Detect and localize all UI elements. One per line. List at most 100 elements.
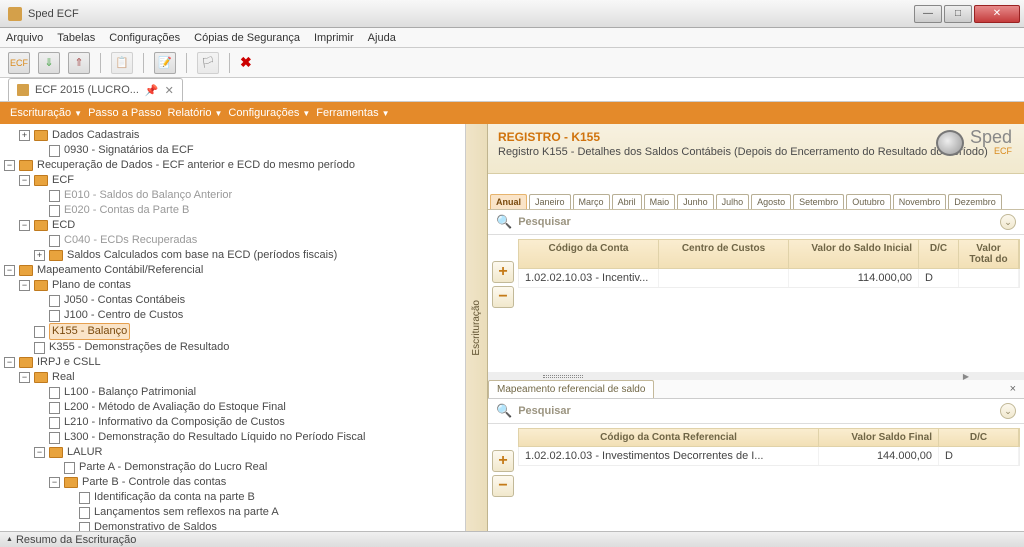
vertical-tab-escrituracao[interactable]: Escrituração bbox=[466, 124, 488, 531]
chevron-down-icon[interactable]: ⌄ bbox=[1000, 403, 1016, 419]
action-relatorio[interactable]: Relatório▼ bbox=[167, 107, 222, 119]
menu-copias[interactable]: Cópias de Segurança bbox=[194, 32, 300, 44]
col-conta-referencial[interactable]: Código da Conta Referencial bbox=[519, 429, 819, 446]
pin-icon[interactable]: 📌 bbox=[145, 84, 159, 97]
tab-outubro[interactable]: Outubro bbox=[846, 194, 891, 209]
tool-note-icon[interactable]: 📝 bbox=[154, 52, 176, 74]
tree-item[interactable]: L300 - Demonstração do Resultado Líquido… bbox=[64, 430, 365, 445]
table-row[interactable]: 1.02.02.10.03 - Investimentos Decorrente… bbox=[518, 447, 1020, 466]
add-row-button[interactable]: + bbox=[492, 450, 514, 472]
remove-row-button[interactable]: − bbox=[492, 475, 514, 497]
tab-close-icon[interactable]: ✕ bbox=[165, 84, 174, 97]
table-row[interactable]: 1.02.02.10.03 - Incentiv... 114.000,00 D bbox=[518, 269, 1020, 288]
tree-item[interactable]: Parte A - Demonstração do Lucro Real bbox=[79, 460, 267, 475]
menu-arquivo[interactable]: Arquivo bbox=[6, 32, 43, 44]
collapse-icon[interactable]: − bbox=[19, 372, 30, 383]
menu-ajuda[interactable]: Ajuda bbox=[368, 32, 396, 44]
tree-item[interactable]: L200 - Método de Avaliação do Estoque Fi… bbox=[64, 400, 286, 415]
tree-item[interactable]: Dados Cadastrais bbox=[52, 128, 139, 143]
triangle-up-icon[interactable]: ▲ bbox=[6, 536, 13, 543]
tab-maio[interactable]: Maio bbox=[644, 194, 676, 209]
action-escrituracao[interactable]: Escrituração▼ bbox=[10, 107, 82, 119]
expand-icon[interactable]: + bbox=[19, 130, 30, 141]
collapse-icon[interactable]: − bbox=[19, 220, 30, 231]
search-label[interactable]: Pesquisar bbox=[518, 216, 1000, 228]
tree-item[interactable]: Plano de contas bbox=[52, 278, 131, 293]
tree-item[interactable]: Identificação da conta na parte B bbox=[94, 490, 255, 505]
tab-dezembro[interactable]: Dezembro bbox=[948, 194, 1002, 209]
tool-new-icon[interactable]: ECF bbox=[8, 52, 30, 74]
col-codigo-conta[interactable]: Código da Conta bbox=[519, 240, 659, 268]
tree-item[interactable]: E010 - Saldos do Balanço Anterior bbox=[64, 188, 232, 203]
tool-delete-icon[interactable]: ✖ bbox=[240, 54, 252, 71]
menu-tabelas[interactable]: Tabelas bbox=[57, 32, 95, 44]
col-dc[interactable]: D/C bbox=[919, 240, 959, 268]
maximize-button[interactable]: □ bbox=[944, 5, 972, 23]
add-row-button[interactable]: + bbox=[492, 261, 514, 283]
tree-item[interactable]: Saldos Calculados com base na ECD (perío… bbox=[67, 248, 337, 263]
action-config[interactable]: Configurações▼ bbox=[228, 107, 310, 119]
collapse-icon[interactable]: − bbox=[4, 265, 15, 276]
tool-flag-icon[interactable]: 🏳 bbox=[197, 52, 219, 74]
tree-item[interactable]: LALUR bbox=[67, 445, 102, 460]
tree-item[interactable]: J050 - Contas Contábeis bbox=[64, 293, 185, 308]
tree-item[interactable]: Lançamentos sem reflexos na parte A bbox=[94, 505, 279, 520]
search-label[interactable]: Pesquisar bbox=[518, 405, 1000, 417]
tool-open-icon[interactable]: ⇓ bbox=[38, 52, 60, 74]
chevron-down-icon[interactable]: ⌄ bbox=[1000, 214, 1016, 230]
document-tab[interactable]: ECF 2015 (LUCRO... 📌 ✕ bbox=[8, 78, 183, 101]
col-dc-ref[interactable]: D/C bbox=[939, 429, 1019, 446]
collapse-icon[interactable]: − bbox=[4, 357, 15, 368]
status-text[interactable]: Resumo da Escrituração bbox=[16, 534, 136, 546]
collapse-icon[interactable]: − bbox=[19, 175, 30, 186]
tab-abril[interactable]: Abril bbox=[612, 194, 642, 209]
tree-item[interactable]: L210 - Informativo da Composição de Cust… bbox=[64, 415, 285, 430]
tab-setembro[interactable]: Setembro bbox=[793, 194, 844, 209]
tool-export-icon[interactable]: ⇑ bbox=[68, 52, 90, 74]
tree-item[interactable]: 0930 - Signatários da ECF bbox=[64, 143, 194, 158]
tree-item[interactable]: Mapeamento Contábil/Referencial bbox=[37, 263, 203, 278]
tree-item[interactable]: K355 - Demonstrações de Resultado bbox=[49, 340, 229, 355]
menu-configuracoes[interactable]: Configurações bbox=[109, 32, 180, 44]
action-ferramentas[interactable]: Ferramentas▼ bbox=[316, 107, 389, 119]
tree-item[interactable]: Demonstrativo de Saldos bbox=[94, 520, 217, 531]
tree-item-selected[interactable]: K155 - Balanço bbox=[49, 323, 130, 340]
tree-item[interactable]: E020 - Contas da Parte B bbox=[64, 203, 189, 218]
col-centro-custos[interactable]: Centro de Custos bbox=[659, 240, 789, 268]
tree-item[interactable]: C040 - ECDs Recuperadas bbox=[64, 233, 197, 248]
action-passo[interactable]: Passo a Passo bbox=[88, 107, 161, 119]
col-valor-saldo-final[interactable]: Valor Saldo Final bbox=[819, 429, 939, 446]
tab-anual[interactable]: Anual bbox=[490, 194, 527, 209]
tree-item[interactable]: ECF bbox=[52, 173, 74, 188]
tab-novembro[interactable]: Novembro bbox=[893, 194, 947, 209]
tab-agosto[interactable]: Agosto bbox=[751, 194, 791, 209]
col-valor-saldo-inicial[interactable]: Valor do Saldo Inicial bbox=[789, 240, 919, 268]
splitter-handle[interactable]: ▶ bbox=[488, 372, 1024, 380]
search-icon[interactable]: 🔍 bbox=[496, 403, 512, 419]
tree-item[interactable]: ECD bbox=[52, 218, 75, 233]
search-icon[interactable]: 🔍 bbox=[496, 214, 512, 230]
tree-item[interactable]: IRPJ e CSLL bbox=[37, 355, 101, 370]
tab-julho[interactable]: Julho bbox=[716, 194, 750, 209]
tree-item[interactable]: Recuperação de Dados - ECF anterior e EC… bbox=[37, 158, 355, 173]
collapse-icon[interactable]: − bbox=[49, 477, 60, 488]
tree-item[interactable]: Real bbox=[52, 370, 75, 385]
tab-mapeamento[interactable]: Mapeamento referencial de saldo bbox=[488, 380, 654, 398]
remove-row-button[interactable]: − bbox=[492, 286, 514, 308]
close-button[interactable]: ✕ bbox=[974, 5, 1020, 23]
menu-imprimir[interactable]: Imprimir bbox=[314, 32, 354, 44]
collapse-icon[interactable]: − bbox=[34, 447, 45, 458]
tab-janeiro[interactable]: Janeiro bbox=[529, 194, 571, 209]
minimize-button[interactable]: — bbox=[914, 5, 942, 23]
collapse-icon[interactable]: − bbox=[4, 160, 15, 171]
expand-icon[interactable]: + bbox=[34, 250, 45, 261]
subtab-close-icon[interactable]: × bbox=[1002, 380, 1024, 398]
tree-item[interactable]: Parte B - Controle das contas bbox=[82, 475, 226, 490]
collapse-icon[interactable]: − bbox=[19, 280, 30, 291]
tab-marco[interactable]: Março bbox=[573, 194, 610, 209]
navigation-tree[interactable]: + Dados Cadastrais 0930 - Signatários da … bbox=[0, 124, 466, 531]
tool-paste-icon[interactable]: 📋 bbox=[111, 52, 133, 74]
tab-junho[interactable]: Junho bbox=[677, 194, 714, 209]
col-valor-total[interactable]: Valor Total do bbox=[959, 240, 1019, 268]
tree-item[interactable]: J100 - Centro de Custos bbox=[64, 308, 183, 323]
